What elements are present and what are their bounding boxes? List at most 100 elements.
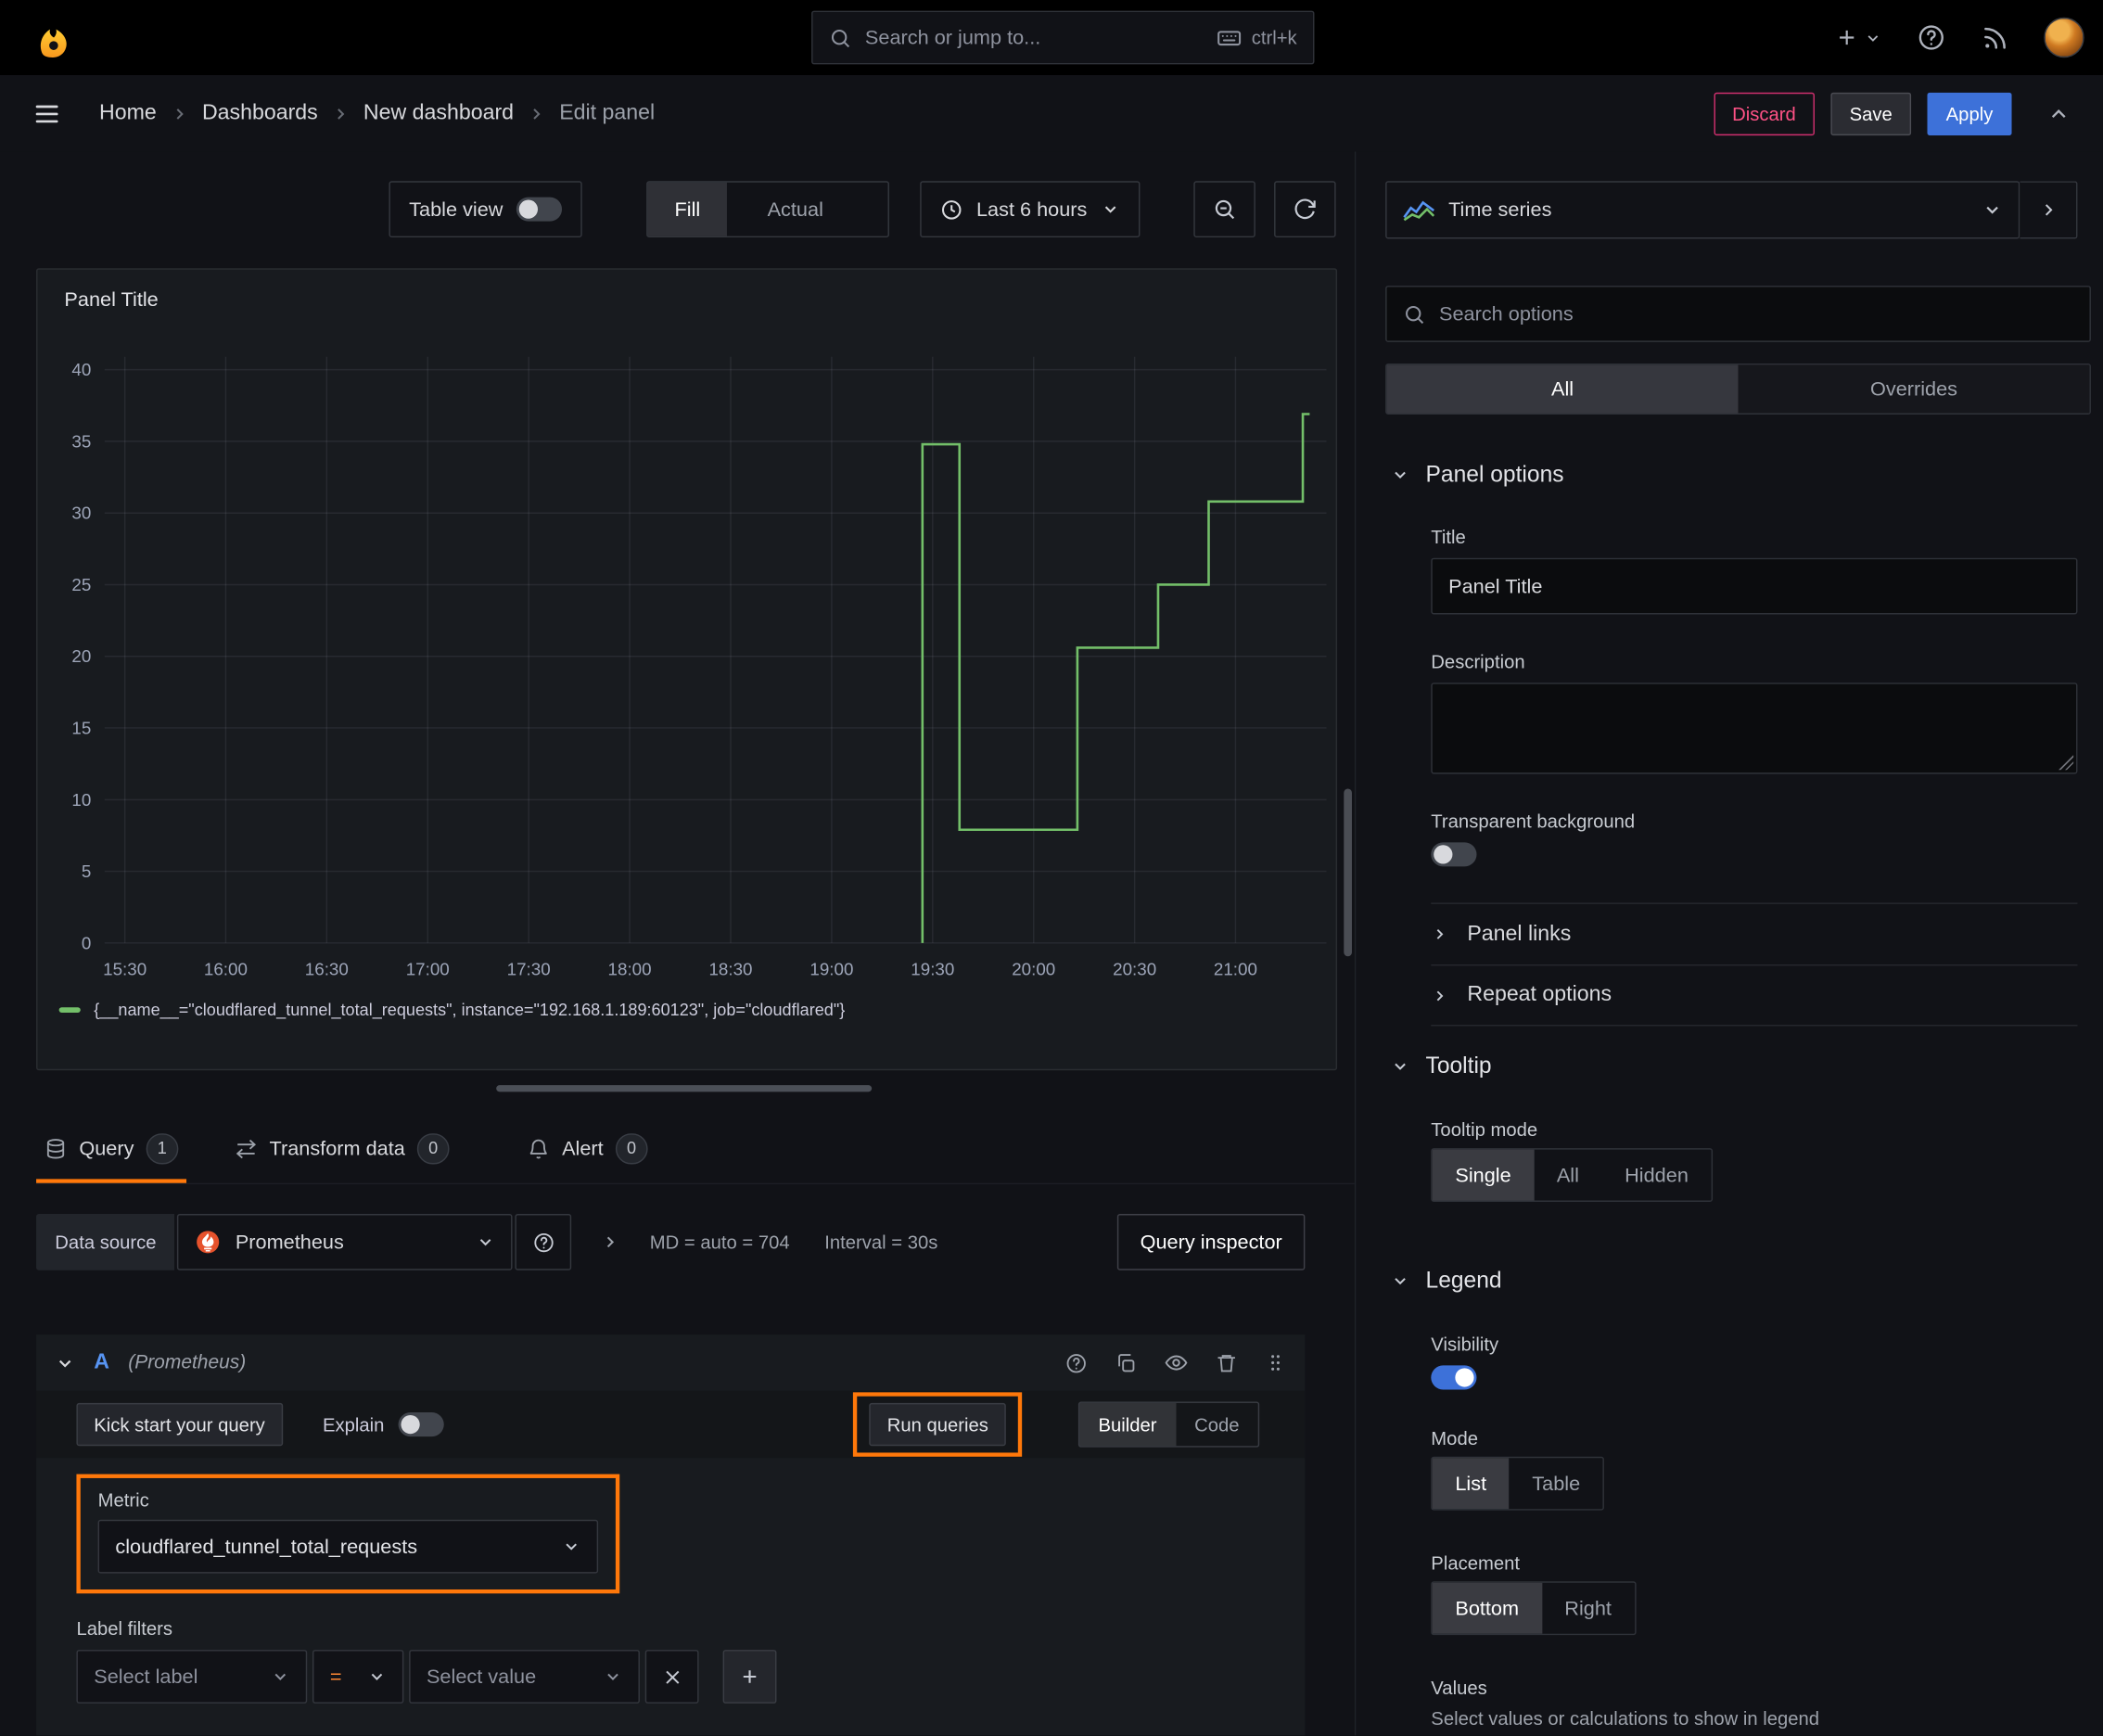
grafana-edit-panel-page: ctrl+k Home Dashboards New dashboard Edi…: [0, 0, 2103, 1736]
panel-resize-handle[interactable]: [496, 1085, 873, 1092]
query-inspector-button[interactable]: Query inspector: [1117, 1213, 1306, 1270]
time-range-picker[interactable]: Last 6 hours: [920, 181, 1140, 238]
chart-canvas[interactable]: 15:30 16:00 16:30 17:00 17:30 18:00 18:30 19:00…: [48, 331, 1328, 991]
run-queries-button[interactable]: Run queries: [869, 1402, 1006, 1447]
datasource-picker[interactable]: Prometheus: [177, 1213, 514, 1270]
chevron-down-icon[interactable]: [55, 1353, 75, 1373]
panel-links-label: Panel links: [1467, 922, 1572, 945]
breadcrumb-dashboards[interactable]: Dashboards: [202, 101, 318, 125]
legend-mode-group: List Table: [1431, 1456, 1605, 1511]
alert-count-badge: 0: [615, 1132, 648, 1164]
help-icon[interactable]: [1064, 1351, 1088, 1374]
tab-query[interactable]: Query 1: [36, 1117, 186, 1183]
user-avatar[interactable]: [2044, 17, 2084, 58]
tooltip-mode-hidden[interactable]: Hidden: [1602, 1150, 1712, 1201]
chevron-right-icon[interactable]: [602, 1232, 620, 1251]
select-value-dropdown[interactable]: Select value: [409, 1650, 640, 1704]
options-search[interactable]: [1385, 286, 2091, 342]
svg-text:35: 35: [71, 431, 91, 451]
tooltip-header[interactable]: Tooltip: [1391, 1053, 1492, 1079]
search-shortcut: ctrl+k: [1217, 25, 1297, 50]
tab-overrides[interactable]: Overrides: [1738, 364, 2090, 414]
tab-transform-data[interactable]: Transform data 0: [226, 1117, 457, 1183]
query-row-header[interactable]: A (Prometheus): [36, 1334, 1306, 1391]
help-icon[interactable]: [1917, 23, 1946, 53]
search-icon: [1406, 305, 1424, 324]
tab-all[interactable]: All: [1386, 364, 1739, 414]
resize-corner-icon[interactable]: [2058, 755, 2074, 771]
select-label-dropdown[interactable]: Select label: [76, 1650, 308, 1704]
metric-select[interactable]: cloudflared_tunnel_total_requests: [97, 1519, 599, 1574]
svg-text:5: 5: [82, 862, 91, 881]
left-scrollbar[interactable]: [1344, 788, 1352, 957]
toggle-viz-picker-button[interactable]: [2020, 181, 2078, 239]
tab-transform-label: Transform data: [269, 1136, 405, 1160]
table-view-toggle[interactable]: [516, 197, 563, 222]
hide-query-icon[interactable]: [1164, 1351, 1188, 1375]
chevron-down-icon: [607, 1673, 618, 1680]
breadcrumb-new-dashboard[interactable]: New dashboard: [363, 101, 514, 125]
explain-control: Explain: [323, 1412, 444, 1437]
code-option[interactable]: Code: [1176, 1403, 1258, 1446]
refresh-button[interactable]: [1274, 181, 1336, 238]
query-ref-id: A: [94, 1350, 109, 1374]
apply-button[interactable]: Apply: [1927, 92, 2012, 135]
visualization-picker[interactable]: Time series: [1385, 181, 2020, 239]
remove-filter-button[interactable]: [644, 1650, 699, 1704]
legend-placement-bottom[interactable]: Bottom: [1432, 1582, 1542, 1634]
query-row-actions: [1064, 1351, 1286, 1375]
tooltip-mode-all[interactable]: All: [1534, 1150, 1601, 1201]
shortcut-label: ctrl+k: [1251, 26, 1297, 49]
legend-mode-list[interactable]: List: [1432, 1458, 1510, 1510]
time-series-viz-icon: [1403, 199, 1435, 221]
legend-visibility-toggle[interactable]: [1431, 1365, 1477, 1390]
max-data-points: MD = auto = 704: [649, 1231, 790, 1253]
breadcrumb-home[interactable]: Home: [99, 101, 157, 125]
run-queries-highlight: Run queries: [853, 1392, 1023, 1457]
actual-option[interactable]: Actual: [741, 183, 850, 236]
fill-option[interactable]: Fill: [647, 182, 728, 236]
legend-mode-table[interactable]: Table: [1510, 1458, 1603, 1509]
hamburger-menu-icon[interactable]: [32, 98, 62, 128]
panel-title: Panel Title: [64, 287, 159, 312]
chevron-up-icon[interactable]: [2046, 101, 2071, 125]
kick-start-query-button[interactable]: Kick start your query: [76, 1402, 283, 1447]
datasource-help-button[interactable]: [516, 1213, 572, 1270]
discard-button[interactable]: Discard: [1713, 92, 1816, 135]
builder-option[interactable]: Builder: [1079, 1402, 1176, 1447]
help-icon: [534, 1232, 554, 1252]
news-rss-icon[interactable]: [1981, 23, 2008, 51]
global-search[interactable]: ctrl+k: [811, 10, 1315, 65]
zoom-out-button[interactable]: [1193, 181, 1255, 238]
tab-alert[interactable]: Alert 0: [519, 1117, 656, 1183]
save-button[interactable]: Save: [1830, 92, 1912, 135]
plus-icon: [743, 1670, 757, 1683]
new-menu-button[interactable]: [1835, 25, 1882, 49]
drag-handle-icon[interactable]: [1265, 1352, 1286, 1373]
prometheus-query-builder: Metric cloudflared_tunnel_total_requests…: [36, 1458, 1306, 1736]
legend-header[interactable]: Legend: [1391, 1268, 1502, 1295]
duplicate-icon[interactable]: [1115, 1351, 1138, 1374]
transform-count-badge: 0: [416, 1132, 450, 1164]
datasource-value: Prometheus: [235, 1231, 344, 1254]
panel-links-section[interactable]: Panel links: [1431, 902, 2078, 964]
svg-text:30: 30: [71, 504, 91, 523]
repeat-options-section[interactable]: Repeat options: [1431, 964, 2078, 1027]
trash-icon[interactable]: [1215, 1351, 1238, 1374]
panel-options-header[interactable]: Panel options: [1391, 462, 1564, 489]
grafana-logo-icon[interactable]: [30, 13, 78, 61]
operator-dropdown[interactable]: =: [312, 1650, 404, 1704]
query-editor-body: Kick start your query Explain Run querie…: [36, 1390, 1306, 1736]
options-search-input[interactable]: [1438, 302, 2074, 326]
chart-legend[interactable]: {__name__="cloudflared_tunnel_total_requ…: [58, 1001, 845, 1019]
panel-title-input[interactable]: [1431, 557, 2078, 615]
add-filter-button[interactable]: [722, 1650, 777, 1704]
tooltip-mode-single[interactable]: Single: [1432, 1149, 1535, 1201]
chevron-down-icon: [371, 1673, 383, 1680]
svg-text:25: 25: [71, 575, 91, 594]
transparent-background-toggle[interactable]: [1431, 842, 1477, 867]
legend-placement-right[interactable]: Right: [1542, 1583, 1635, 1634]
description-textarea[interactable]: [1431, 683, 2078, 774]
explain-toggle[interactable]: [397, 1412, 444, 1437]
global-search-input[interactable]: [864, 26, 1204, 49]
